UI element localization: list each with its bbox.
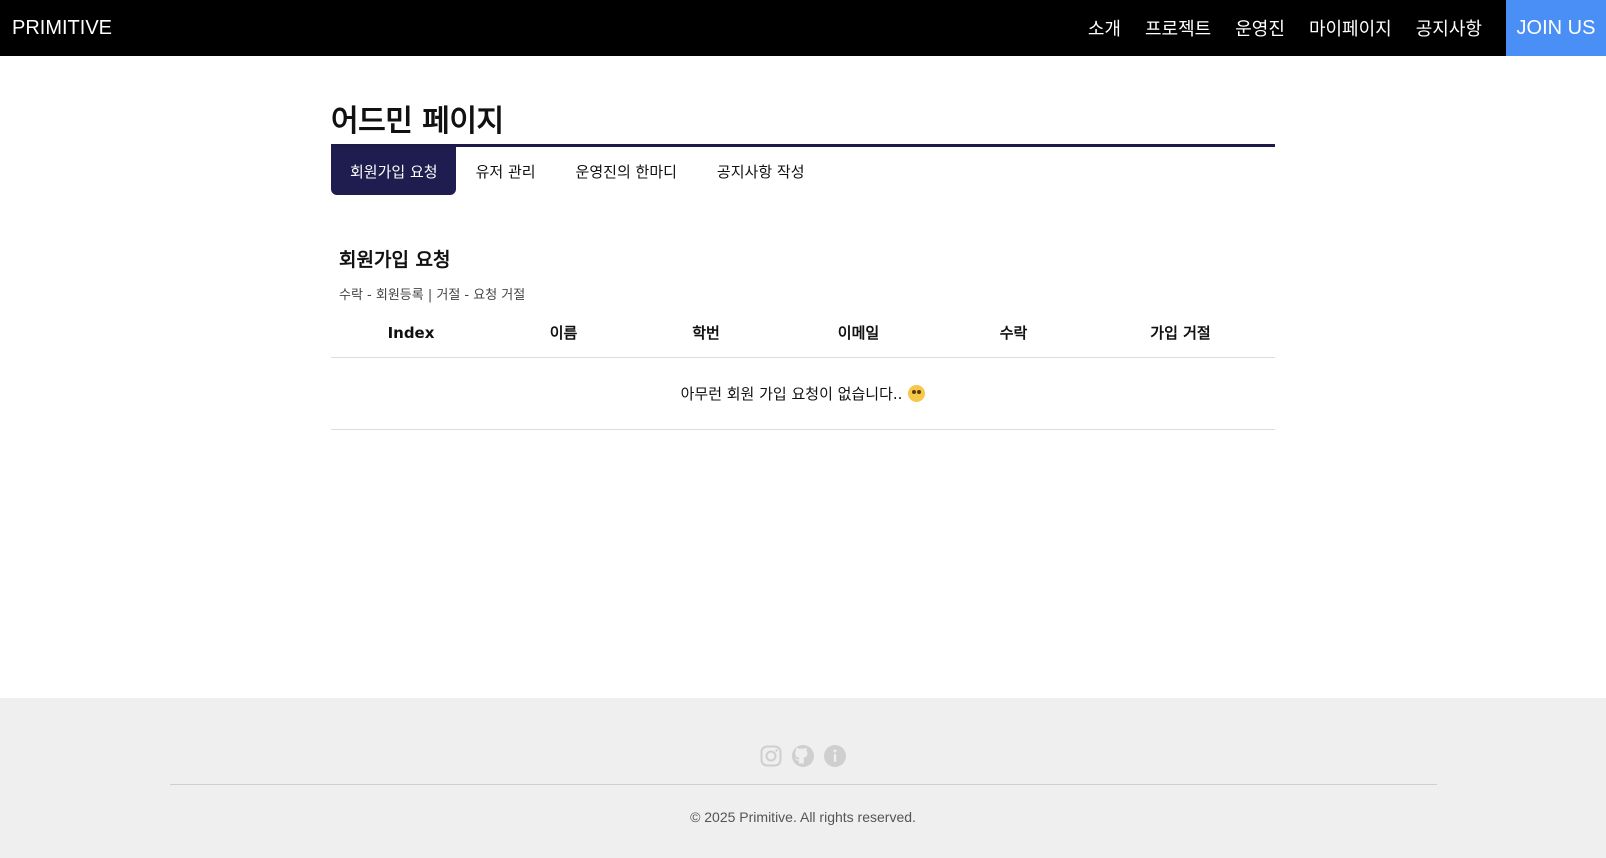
top-navbar: PRIMITIVE 소개 프로젝트 운영진 마이페이지 공지사항 JOIN US [0,0,1606,56]
column-header-accept: 수락 [941,309,1086,358]
tab-write-notice[interactable]: 공지사항 작성 [697,147,825,195]
copyright-text: © 2025 Primitive. All rights reserved. [690,809,916,825]
section-title: 회원가입 요청 [339,249,451,271]
brand-logo[interactable]: PRIMITIVE [12,17,112,40]
nav-menu: 소개 프로젝트 운영진 마이페이지 공지사항 JOIN US [1088,0,1606,56]
column-header-name: 이름 [491,309,636,358]
github-icon[interactable] [791,744,815,768]
info-icon[interactable] [823,744,847,768]
instagram-icon[interactable] [759,744,783,768]
column-header-email: 이메일 [776,309,941,358]
footer-social-links [0,744,1606,768]
column-header-student-id: 학번 [636,309,776,358]
tab-staff-message[interactable]: 운영진의 한마디 [556,147,697,195]
column-header-index: Index [331,309,491,358]
footer: © 2025 Primitive. All rights reserved. [0,698,1606,858]
column-header-reject: 가입 거절 [1086,309,1275,358]
footer-divider [170,784,1437,785]
signup-requests-table: Index 이름 학번 이메일 수락 가입 거절 아무런 회원 가입 요청이 없… [331,309,1275,430]
tab-signup-requests[interactable]: 회원가입 요청 [331,147,456,195]
admin-tabs: 회원가입 요청 유저 관리 운영진의 한마디 공지사항 작성 [331,147,1275,195]
nav-item-notices[interactable]: 공지사항 [1416,15,1482,41]
join-us-button[interactable]: JOIN US [1506,0,1606,56]
table-header-row: Index 이름 학번 이메일 수락 가입 거절 [331,309,1275,358]
nav-item-staff[interactable]: 운영진 [1235,15,1285,41]
tab-user-management[interactable]: 유저 관리 [456,147,556,195]
section-description: 수락 - 회원등록 | 거절 - 요청 거절 [339,288,526,303]
nav-item-mypage[interactable]: 마이페이지 [1309,15,1392,41]
admin-content: 어드민 페이지 회원가입 요청 유저 관리 운영진의 한마디 공지사항 작성 회… [331,56,1275,430]
nav-item-intro[interactable]: 소개 [1088,15,1121,41]
empty-row: 아무런 회원 가입 요청이 없습니다.. [331,357,1275,430]
face-emoji-icon [908,384,926,402]
empty-state-cell: 아무런 회원 가입 요청이 없습니다.. [331,357,1275,430]
empty-state-message: 아무런 회원 가입 요청이 없습니다.. [680,384,903,403]
nav-item-projects[interactable]: 프로젝트 [1145,15,1211,41]
page-title: 어드민 페이지 [331,104,504,139]
